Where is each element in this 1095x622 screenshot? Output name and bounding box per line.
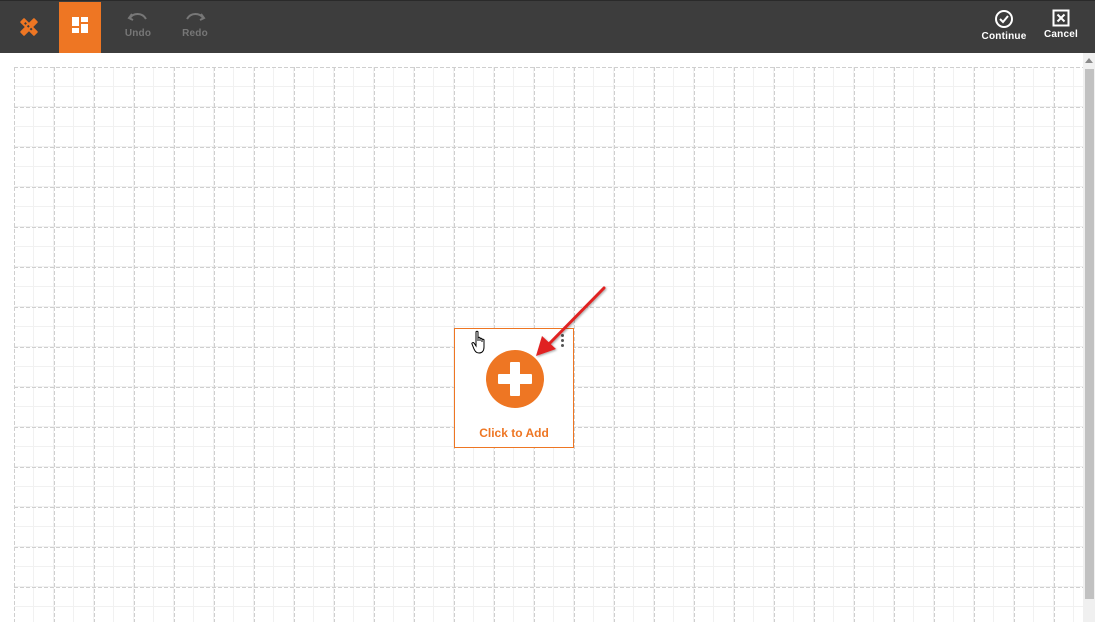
vertical-scrollbar[interactable]: [1083, 53, 1095, 622]
app-logo[interactable]: [8, 2, 50, 54]
check-circle-icon: [995, 10, 1013, 28]
redo-label: Redo: [182, 28, 208, 39]
cancel-label: Cancel: [1044, 29, 1078, 40]
layout-button[interactable]: [59, 2, 101, 54]
layout-icon: [72, 17, 88, 33]
redo-button[interactable]: Redo: [173, 2, 217, 54]
scroll-up-arrow[interactable]: [1083, 55, 1095, 65]
continue-label: Continue: [981, 31, 1027, 42]
continue-button[interactable]: Continue: [978, 2, 1030, 54]
tools-icon: [20, 18, 38, 36]
scroll-thumb[interactable]: [1085, 69, 1094, 599]
annotation-arrow: [536, 286, 606, 356]
top-toolbar: Undo Redo Continue Cancel: [0, 0, 1095, 54]
cancel-button[interactable]: Cancel: [1040, 2, 1082, 54]
undo-icon: [127, 13, 147, 21]
redo-icon: [186, 13, 206, 21]
hand-cursor-icon: [471, 330, 485, 354]
undo-label: Undo: [124, 28, 152, 39]
add-widget-label: Click to Add: [479, 426, 549, 440]
undo-button[interactable]: Undo: [116, 2, 160, 54]
close-square-icon: [1052, 9, 1070, 27]
